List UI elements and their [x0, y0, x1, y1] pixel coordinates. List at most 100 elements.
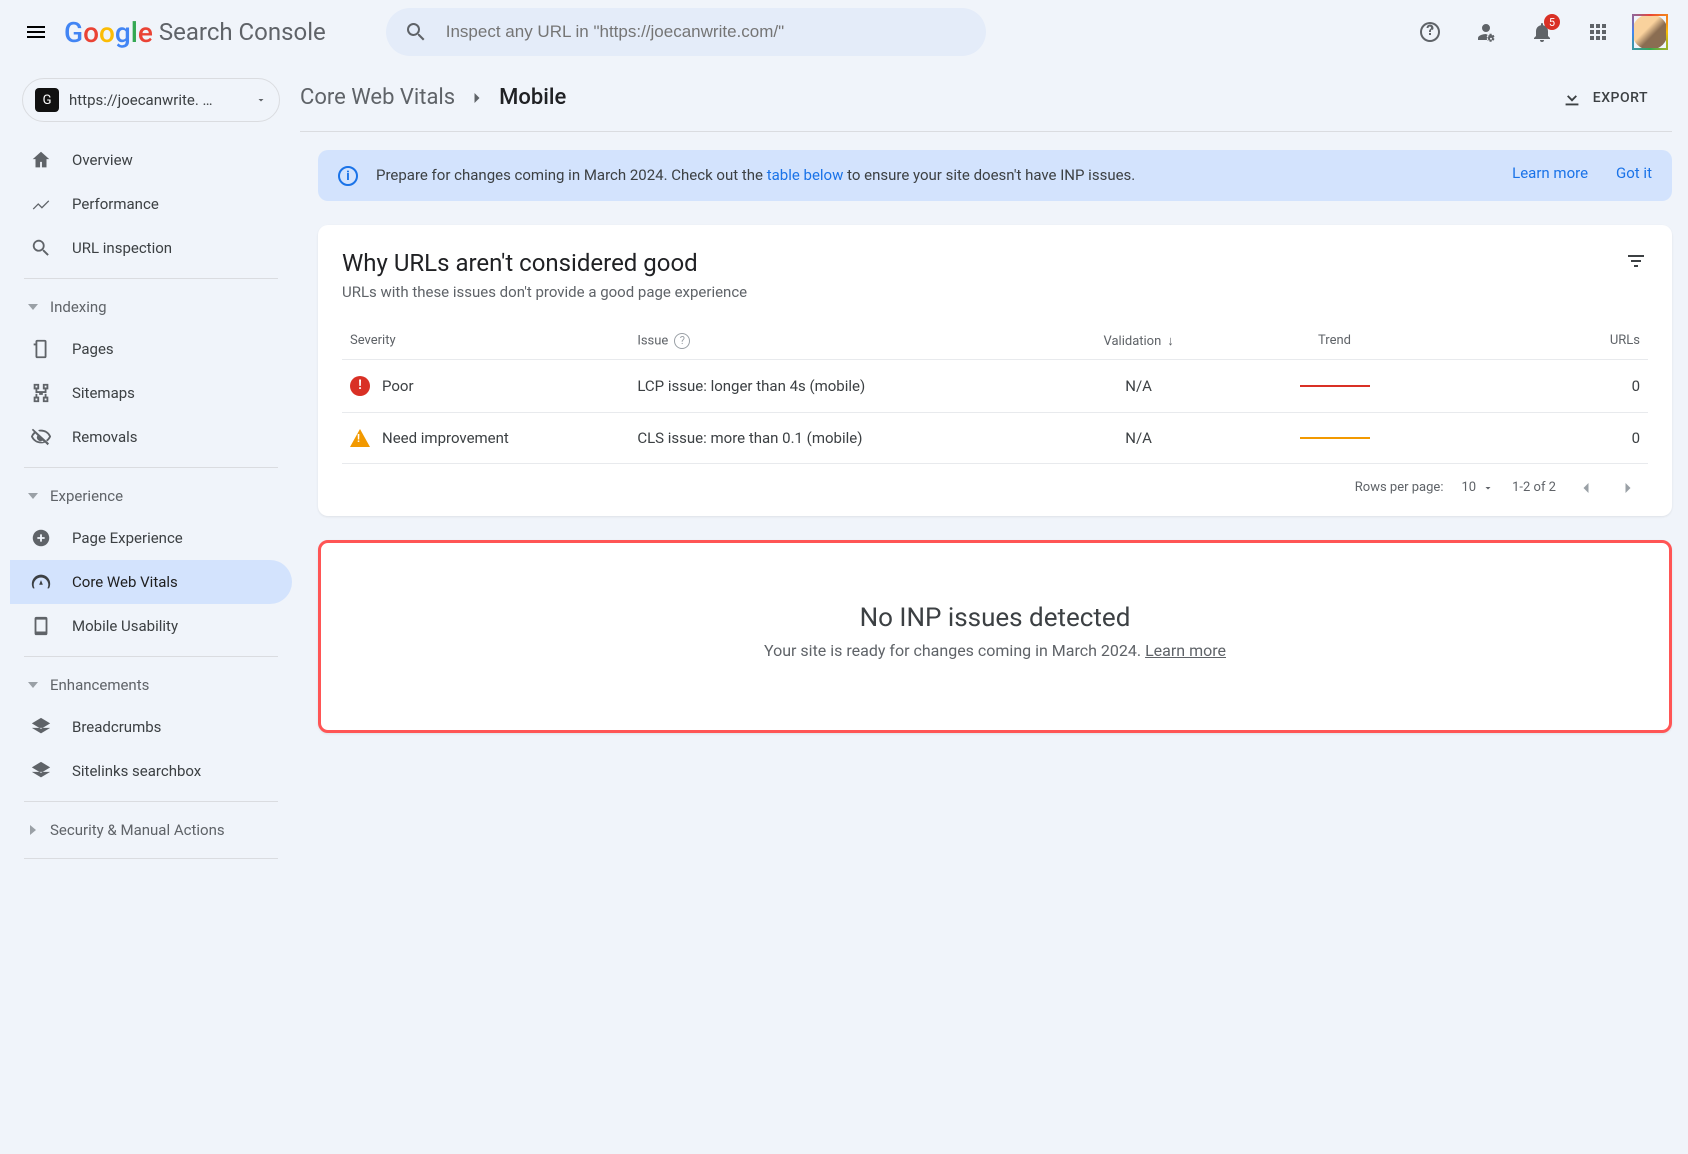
filter-icon [1624, 249, 1648, 273]
chevron-right-icon [1618, 478, 1638, 498]
hamburger-menu-button[interactable] [12, 8, 60, 56]
sidebar-item-core-web-vitals[interactable]: Core Web Vitals [10, 560, 292, 604]
col-severity[interactable]: Severity [342, 323, 629, 360]
validation-value: N/A [1047, 359, 1230, 412]
sidebar-item-overview[interactable]: Overview [10, 138, 292, 182]
next-page-button[interactable] [1616, 476, 1640, 500]
issue-value: LCP issue: longer than 4s (mobile) [629, 359, 1047, 412]
pages-icon [30, 338, 52, 360]
sidebar-item-breadcrumbs[interactable]: Breadcrumbs [10, 705, 292, 749]
sort-desc-icon: ↓ [1167, 333, 1174, 349]
breadcrumb: Core Web Vitals Mobile [300, 85, 566, 110]
issue-value: CLS issue: more than 0.1 (mobile) [629, 412, 1047, 463]
sidebar-item-label: Overview [72, 151, 133, 169]
card-title: Why URLs aren't considered good [342, 249, 747, 277]
banner-message: Prepare for changes coming in March 2024… [376, 164, 1492, 187]
home-icon [30, 149, 52, 171]
chevron-down-icon [255, 94, 267, 106]
banner-link[interactable]: table below [767, 166, 844, 184]
inp-learn-more-link[interactable]: Learn more [1145, 641, 1226, 660]
sidebar-item-pages[interactable]: Pages [10, 327, 292, 371]
sidebar-item-label: URL inspection [72, 239, 172, 257]
sidebar-item-label: Sitemaps [72, 384, 135, 402]
notifications-button[interactable]: 5 [1520, 10, 1564, 54]
apps-grid-icon [1586, 20, 1610, 44]
sidebar-item-label: Mobile Usability [72, 617, 178, 635]
layers-icon [30, 760, 52, 782]
sidebar-item-label: Sitelinks searchbox [72, 762, 201, 780]
menu-icon [24, 20, 48, 44]
col-trend[interactable]: Trend [1230, 323, 1439, 360]
info-banner: i Prepare for changes coming in March 20… [318, 150, 1672, 201]
table-row[interactable]: Need improvementCLS issue: more than 0.1… [342, 412, 1648, 463]
sidebar-item-label: Core Web Vitals [72, 573, 178, 591]
product-logo[interactable]: Google Search Console [64, 16, 326, 49]
layers-icon [30, 716, 52, 738]
sidebar-section-security[interactable]: Security & Manual Actions [10, 810, 292, 850]
issues-card: Why URLs aren't considered good URLs wit… [318, 225, 1672, 516]
rows-per-page-label: Rows per page: [1355, 480, 1444, 495]
property-favicon: G [35, 88, 59, 112]
sidebar-item-mobile-usability[interactable]: Mobile Usability [10, 604, 292, 648]
banner-got-it-button[interactable]: Got it [1616, 164, 1652, 182]
error-icon: ! [350, 376, 370, 396]
col-issue[interactable]: Issue? [629, 323, 1047, 360]
sidebar-section-experience[interactable]: Experience [10, 476, 292, 516]
main-content: Core Web Vitals Mobile EXPORT i Prepare … [300, 64, 1688, 1154]
sidebar-item-sitemaps[interactable]: Sitemaps [10, 371, 292, 415]
chevron-right-icon [467, 88, 487, 108]
sidebar-item-label: Pages [72, 340, 114, 358]
accounts-button[interactable] [1464, 10, 1508, 54]
notification-badge: 5 [1544, 14, 1560, 30]
property-label: https://joecanwrite. … [69, 91, 255, 109]
sitemap-icon [30, 382, 52, 404]
validation-value: N/A [1047, 412, 1230, 463]
apps-button[interactable] [1576, 10, 1620, 54]
sidebar-item-performance[interactable]: Performance [10, 182, 292, 226]
inp-status-card: No INP issues detected Your site is read… [318, 540, 1672, 733]
export-button[interactable]: EXPORT [1561, 87, 1648, 109]
chevron-left-icon [1576, 478, 1596, 498]
rows-per-page-select[interactable]: 10 [1461, 480, 1494, 495]
banner-learn-more-button[interactable]: Learn more [1512, 164, 1588, 182]
help-icon [1418, 20, 1442, 44]
urls-value: 0 [1439, 359, 1648, 412]
inp-card-title: No INP issues detected [345, 603, 1645, 633]
sidebar-item-removals[interactable]: Removals [10, 415, 292, 459]
urls-value: 0 [1439, 412, 1648, 463]
property-picker[interactable]: G https://joecanwrite. … [22, 78, 280, 122]
download-icon [1561, 87, 1583, 109]
help-button[interactable] [1408, 10, 1452, 54]
table-pager: Rows per page: 10 1-2 of 2 [342, 464, 1648, 504]
inp-card-subtitle: Your site is ready for changes coming in… [345, 641, 1645, 660]
col-urls[interactable]: URLs [1439, 323, 1648, 360]
sidebar-item-url-inspection[interactable]: URL inspection [10, 226, 292, 270]
trend-sparkline [1300, 433, 1370, 443]
product-name: Search Console [159, 18, 326, 46]
sidebar-item-label: Page Experience [72, 529, 183, 547]
sidebar-item-sitelinks-searchbox[interactable]: Sitelinks searchbox [10, 749, 292, 793]
prev-page-button[interactable] [1574, 476, 1598, 500]
col-validation[interactable]: Validation↓ [1047, 323, 1230, 360]
page-header: Core Web Vitals Mobile EXPORT [300, 64, 1672, 132]
sidebar: G https://joecanwrite. … Overview Perfor… [0, 64, 300, 1154]
filter-button[interactable] [1624, 249, 1648, 277]
sidebar-item-label: Performance [72, 195, 159, 213]
pager-range: 1-2 of 2 [1512, 480, 1556, 495]
sidebar-item-label: Breadcrumbs [72, 718, 161, 736]
trending-icon [30, 193, 52, 215]
person-gear-icon [1474, 20, 1498, 44]
sidebar-section-indexing[interactable]: Indexing [10, 287, 292, 327]
search-icon [30, 237, 52, 259]
breadcrumb-current: Mobile [499, 85, 566, 110]
table-row[interactable]: !PoorLCP issue: longer than 4s (mobile)N… [342, 359, 1648, 412]
issues-table: Severity Issue? Validation↓ Trend URLs !… [342, 323, 1648, 464]
sidebar-section-enhancements[interactable]: Enhancements [10, 665, 292, 705]
account-avatar[interactable] [1632, 14, 1668, 50]
breadcrumb-parent[interactable]: Core Web Vitals [300, 85, 455, 110]
card-subtitle: URLs with these issues don't provide a g… [342, 283, 747, 301]
url-search-bar[interactable] [386, 8, 986, 56]
search-input[interactable] [446, 22, 968, 42]
sidebar-item-page-experience[interactable]: Page Experience [10, 516, 292, 560]
help-icon: ? [674, 333, 690, 349]
